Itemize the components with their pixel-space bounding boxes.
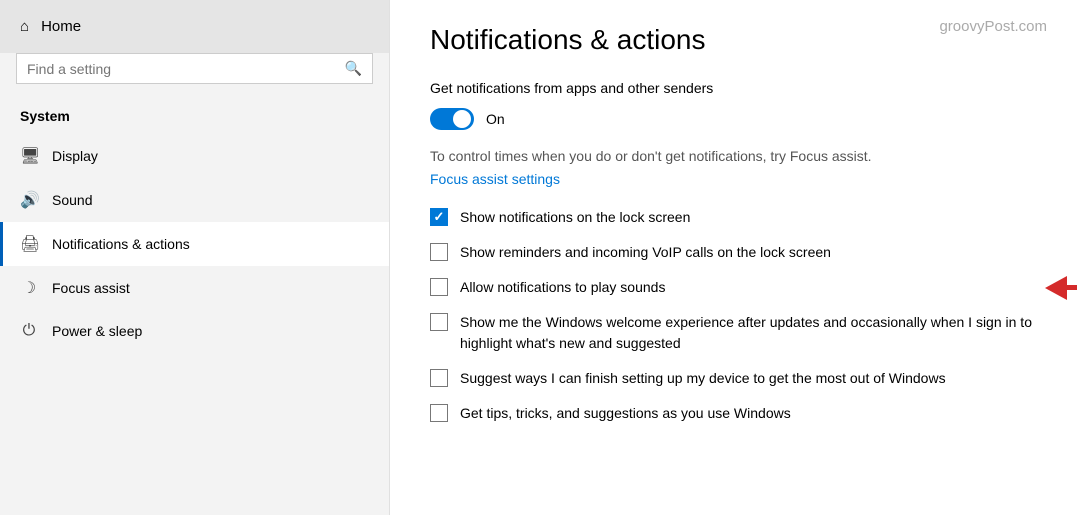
sidebar-home-button[interactable]: ⌂ Home — [0, 0, 389, 53]
sidebar-item-focus[interactable]: ☽ Focus assist — [0, 266, 389, 310]
notifications-icon: 🖨 — [20, 234, 38, 254]
search-input[interactable] — [27, 61, 337, 77]
focus-assist-link[interactable]: Focus assist settings — [430, 171, 560, 187]
checkbox-row-reminders-voip: Show reminders and incoming VoIP calls o… — [430, 242, 1037, 263]
power-label: Power & sleep — [52, 323, 142, 339]
checkbox-tips-tricks[interactable] — [430, 404, 448, 422]
toggle-label: On — [486, 111, 505, 127]
checkbox-label-suggest-ways: Suggest ways I can finish setting up my … — [460, 368, 946, 389]
checkbox-lock-screen[interactable] — [430, 208, 448, 226]
sidebar-item-power[interactable]: ⏻ Power & sleep — [0, 310, 389, 352]
sidebar: ⌂ Home 🔍 System 🖥 Display 🔊 Sound 🖨 Noti… — [0, 0, 390, 515]
sound-icon: 🔊 — [20, 190, 38, 210]
toggle-row: On — [430, 108, 1037, 130]
notifications-label: Notifications & actions — [52, 236, 190, 252]
sidebar-item-display[interactable]: 🖥 Display — [0, 134, 389, 178]
search-icon[interactable]: 🔍 — [345, 60, 362, 77]
search-box: 🔍 — [16, 53, 373, 84]
get-notifications-label: Get notifications from apps and other se… — [430, 80, 1037, 96]
power-icon: ⏻ — [20, 322, 38, 340]
home-label: Home — [41, 18, 81, 35]
watermark: groovyPost.com — [939, 18, 1047, 35]
focus-assist-text: To control times when you do or don't ge… — [430, 146, 1037, 167]
sidebar-item-notifications[interactable]: 🖨 Notifications & actions — [0, 222, 389, 266]
focus-label: Focus assist — [52, 280, 130, 296]
checkbox-play-sounds[interactable] — [430, 278, 448, 296]
checkbox-label-reminders-voip: Show reminders and incoming VoIP calls o… — [460, 242, 831, 263]
checkbox-welcome-experience[interactable] — [430, 313, 448, 331]
checkbox-label-tips-tricks: Get tips, tricks, and suggestions as you… — [460, 403, 791, 424]
arrow-tip — [1045, 276, 1067, 300]
system-section-label: System — [0, 100, 389, 134]
focus-icon: ☽ — [20, 278, 38, 298]
red-arrow-annotation — [1045, 276, 1077, 300]
checkbox-row-welcome-experience: Show me the Windows welcome experience a… — [430, 312, 1037, 354]
notifications-toggle[interactable] — [430, 108, 474, 130]
checkbox-row-lock-screen: Show notifications on the lock screen — [430, 207, 1037, 228]
checkbox-reminders-voip[interactable] — [430, 243, 448, 261]
checkbox-row-play-sounds: Allow notifications to play sounds — [430, 277, 1037, 298]
display-label: Display — [52, 148, 98, 164]
display-icon: 🖥 — [20, 146, 38, 166]
main-content: groovyPost.com Notifications & actions G… — [390, 0, 1077, 515]
checkbox-row-suggest-ways: Suggest ways I can finish setting up my … — [430, 368, 1037, 389]
checkbox-label-lock-screen: Show notifications on the lock screen — [460, 207, 690, 228]
arrow-shaft — [1067, 285, 1077, 290]
checkbox-label-play-sounds: Allow notifications to play sounds — [460, 277, 665, 298]
checkbox-label-welcome-experience: Show me the Windows welcome experience a… — [460, 312, 1037, 354]
checkbox-row-tips-tricks: Get tips, tricks, and suggestions as you… — [430, 403, 1037, 424]
home-icon: ⌂ — [20, 18, 29, 35]
sound-label: Sound — [52, 192, 92, 208]
checkbox-suggest-ways[interactable] — [430, 369, 448, 387]
sidebar-item-sound[interactable]: 🔊 Sound — [0, 178, 389, 222]
